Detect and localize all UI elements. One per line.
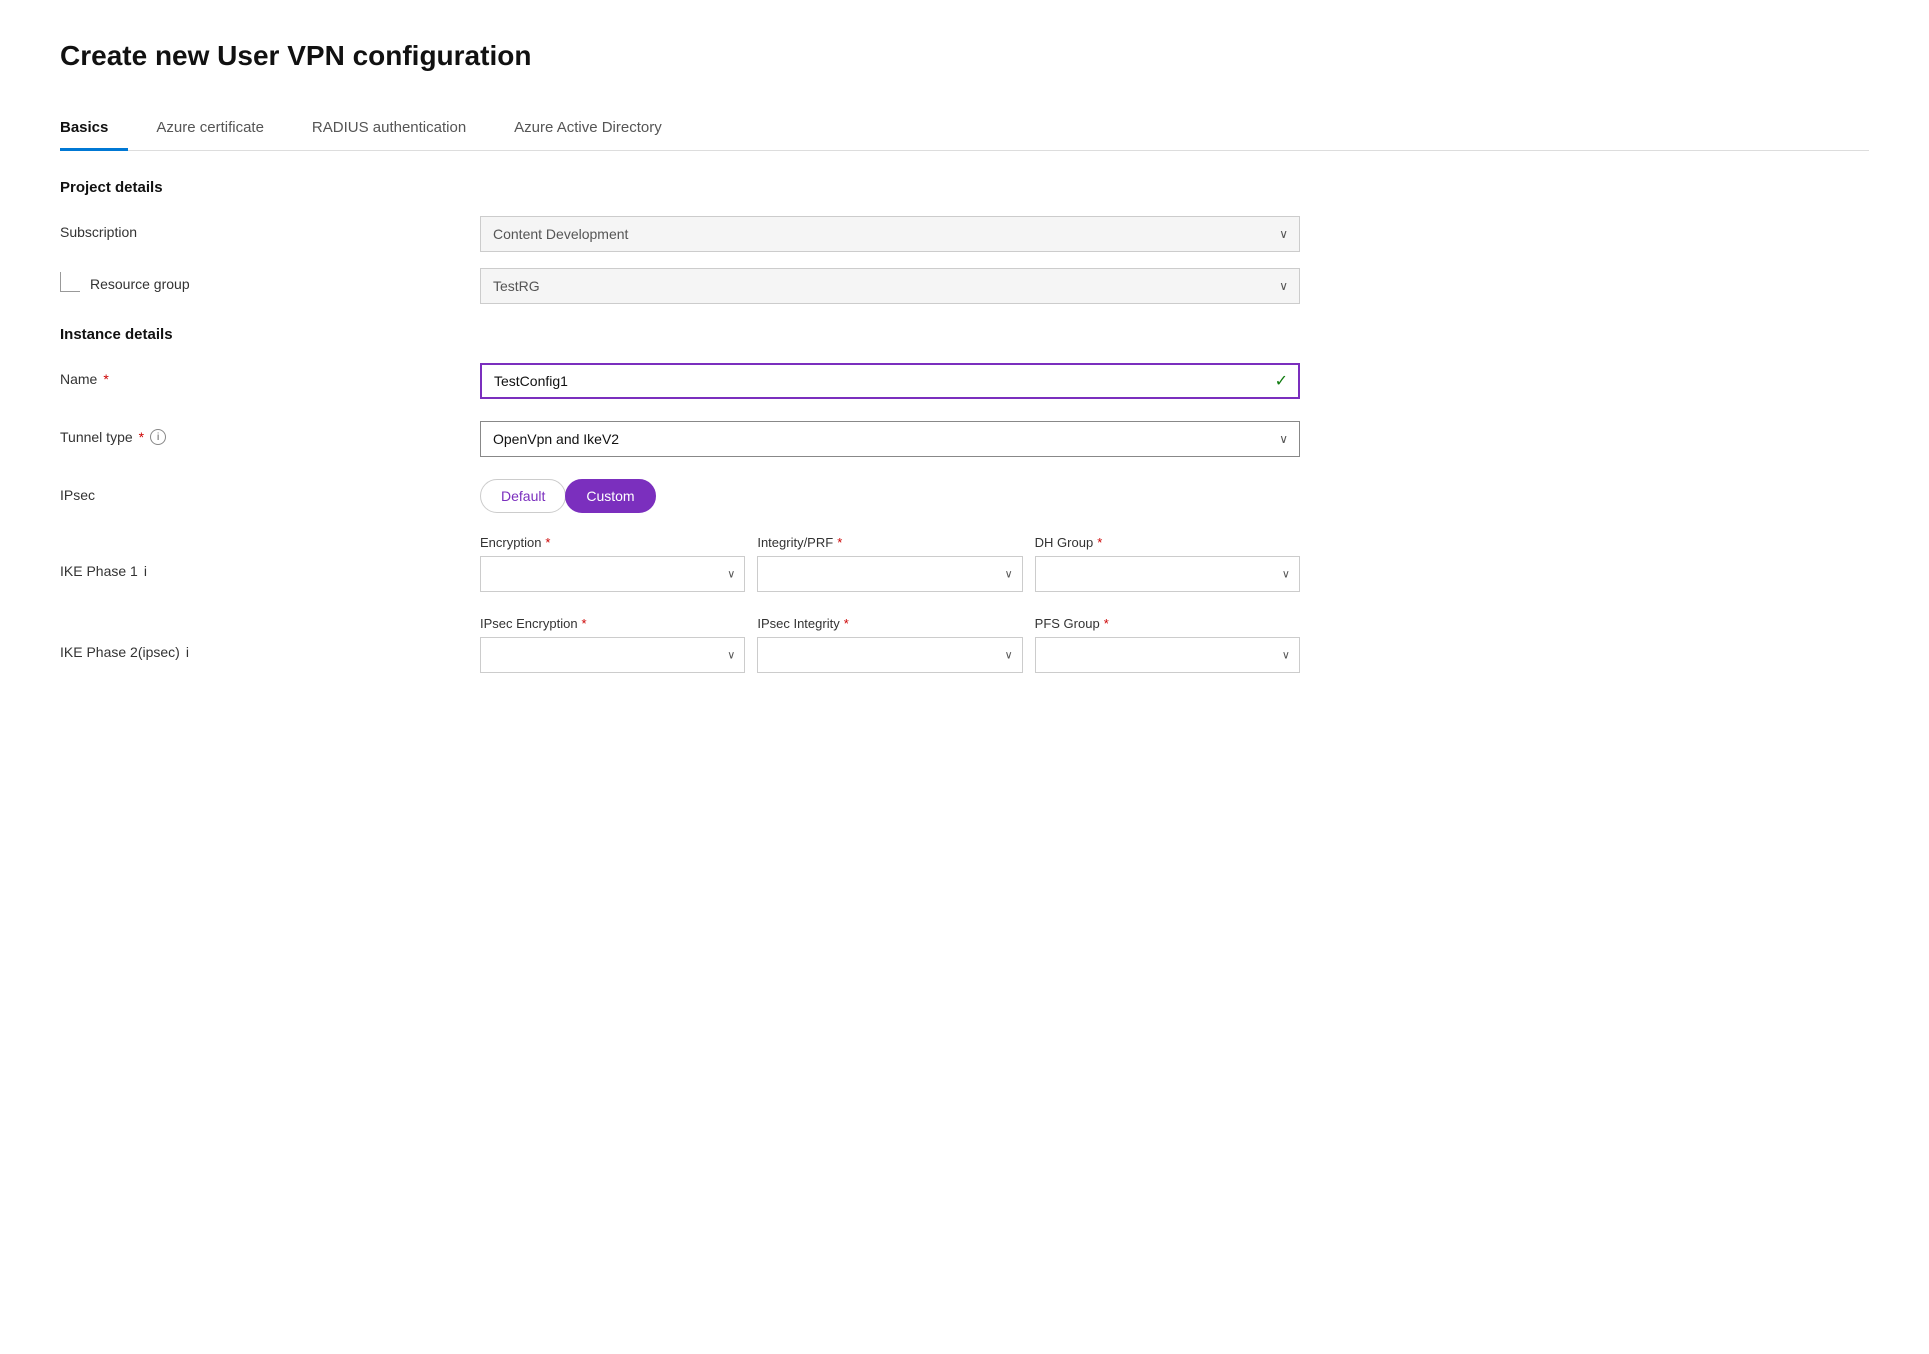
ike-phase2-pfs-group: PFS Group * ∨ (1035, 616, 1300, 673)
resource-group-label-area: Resource group (60, 268, 480, 292)
ike-phase1-encryption-group: Encryption * ∨ (480, 535, 745, 592)
tunnel-type-control: OpenVpn and IkeV2 OpenVpn IkeV2 ∨ (480, 421, 1300, 457)
integrity-select[interactable] (757, 556, 1022, 592)
ipsec-toggle-group: Default Custom (480, 479, 1300, 513)
dhgroup-required-indicator: * (1097, 535, 1102, 550)
dhgroup-label: DH Group * (1035, 535, 1300, 550)
name-required-indicator: * (103, 371, 108, 387)
tab-radius-authentication[interactable]: RADIUS authentication (312, 109, 486, 151)
encryption-label: Encryption * (480, 535, 745, 550)
ipsec-integrity-select[interactable] (757, 637, 1022, 673)
ipsec-label: IPsec (60, 479, 480, 503)
ike-phase2-ipsec-encryption-group: IPsec Encryption * ∨ (480, 616, 745, 673)
tunnel-type-row: Tunnel type * i OpenVpn and IkeV2 OpenVp… (60, 421, 1869, 457)
tab-azure-certificate[interactable]: Azure certificate (156, 109, 284, 151)
subscription-select[interactable]: Content Development (480, 216, 1300, 252)
ike-phase1-label: IKE Phase 1 i (60, 535, 480, 579)
tab-basics[interactable]: Basics (60, 109, 128, 151)
name-input[interactable] (480, 363, 1300, 399)
ipsec-integrity-select-wrapper: ∨ (757, 637, 1022, 673)
resource-group-control: TestRG ∨ (480, 268, 1300, 304)
ipsec-custom-button[interactable]: Custom (565, 479, 655, 513)
ike-phase2-ipsec-integrity-group: IPsec Integrity * ∨ (757, 616, 1022, 673)
integrity-select-wrapper: ∨ (757, 556, 1022, 592)
subscription-row: Subscription Content Development ∨ (60, 216, 1869, 252)
ipsec-encryption-label: IPsec Encryption * (480, 616, 745, 631)
subscription-label: Subscription (60, 216, 480, 240)
ipsec-encryption-required-indicator: * (582, 616, 587, 631)
integrity-required-indicator: * (837, 535, 842, 550)
dhgroup-select-wrapper: ∨ (1035, 556, 1300, 592)
subscription-select-wrapper: Content Development ∨ (480, 216, 1300, 252)
tunnel-type-select[interactable]: OpenVpn and IkeV2 OpenVpn IkeV2 (480, 421, 1300, 457)
tunnel-type-select-wrapper: OpenVpn and IkeV2 OpenVpn IkeV2 ∨ (480, 421, 1300, 457)
ipsec-row: IPsec Default Custom (60, 479, 1869, 513)
name-input-wrapper: ✓ (480, 363, 1300, 399)
ipsec-integrity-required-indicator: * (844, 616, 849, 631)
ipsec-integrity-label: IPsec Integrity * (757, 616, 1022, 631)
project-details-section: Project details Subscription Content Dev… (60, 179, 1869, 304)
indent-line-icon (60, 272, 80, 292)
resource-group-select[interactable]: TestRG (480, 268, 1300, 304)
integrity-label: Integrity/PRF * (757, 535, 1022, 550)
subscription-control: Content Development ∨ (480, 216, 1300, 252)
resource-group-label: Resource group (90, 276, 190, 292)
ike-phase1-integrity-group: Integrity/PRF * ∨ (757, 535, 1022, 592)
tabs-container: Basics Azure certificate RADIUS authenti… (60, 108, 1869, 151)
ipsec-control: Default Custom (480, 479, 1300, 513)
name-control: ✓ (480, 363, 1300, 399)
ike-phase1-info-icon[interactable]: i (144, 563, 147, 579)
project-details-title: Project details (60, 179, 1869, 196)
resource-group-select-wrapper: TestRG ∨ (480, 268, 1300, 304)
instance-details-title: Instance details (60, 326, 1869, 343)
tunnel-type-info-icon[interactable]: i (150, 429, 166, 445)
tunnel-type-label: Tunnel type * i (60, 421, 480, 445)
ipsec-default-button[interactable]: Default (480, 479, 566, 513)
ike-phase1-fields: Encryption * ∨ Integrity/PRF * (480, 535, 1300, 592)
ike-phase2-fields: IPsec Encryption * ∨ IPsec Integrity * (480, 616, 1300, 673)
pfs-group-label: PFS Group * (1035, 616, 1300, 631)
ipsec-encryption-select-wrapper: ∨ (480, 637, 745, 673)
tab-azure-active-directory[interactable]: Azure Active Directory (514, 109, 682, 151)
ike-phase2-label: IKE Phase 2(ipsec) i (60, 616, 480, 660)
ipsec-encryption-select[interactable] (480, 637, 745, 673)
name-check-icon: ✓ (1275, 371, 1288, 391)
page-title: Create new User VPN configuration (60, 40, 1869, 72)
instance-details-section: Instance details Name * ✓ Tunnel type * … (60, 326, 1869, 673)
encryption-required-indicator: * (545, 535, 550, 550)
tunnel-type-required-indicator: * (139, 429, 144, 445)
resource-group-row: Resource group TestRG ∨ (60, 268, 1869, 304)
ike-phase2-info-icon[interactable]: i (186, 644, 189, 660)
name-row: Name * ✓ (60, 363, 1869, 399)
pfs-group-select-wrapper: ∨ (1035, 637, 1300, 673)
dhgroup-select[interactable] (1035, 556, 1300, 592)
encryption-select[interactable] (480, 556, 745, 592)
encryption-select-wrapper: ∨ (480, 556, 745, 592)
ike-phase1-dhgroup-group: DH Group * ∨ (1035, 535, 1300, 592)
ike-phase1-row: IKE Phase 1 i Encryption * ∨ (60, 535, 1869, 592)
ike-phase2-row: IKE Phase 2(ipsec) i IPsec Encryption * … (60, 616, 1869, 673)
pfs-group-required-indicator: * (1104, 616, 1109, 631)
name-label: Name * (60, 363, 480, 387)
pfs-group-select[interactable] (1035, 637, 1300, 673)
